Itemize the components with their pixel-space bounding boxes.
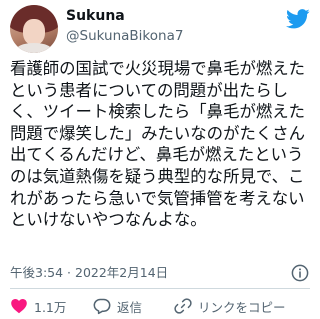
like-button[interactable]: 1.1万: [10, 296, 66, 316]
speech-bubble-icon: [93, 298, 111, 315]
reply-label: 返信: [117, 299, 143, 315]
twitter-bird-icon[interactable]: [286, 9, 310, 29]
reply-button[interactable]: 返信: [93, 296, 142, 316]
heart-icon: [11, 299, 27, 314]
user-handle[interactable]: @SukunaBikona7: [66, 27, 183, 45]
link-icon: [174, 298, 192, 314]
copy-link-button[interactable]: リンクをコピー: [174, 296, 286, 316]
display-name[interactable]: Sukuna: [66, 7, 125, 25]
avatar-collar: [16, 43, 52, 53]
action-bar: 1.1万 返信 リンクをコピー: [0, 296, 320, 316]
copy-link-label: リンクをコピー: [198, 299, 286, 315]
tweet-card: Sukuna @SukunaBikona7 看護師の国試で火災現場で鼻毛が燃えた…: [0, 0, 320, 319]
avatar-face: [23, 19, 45, 45]
tweet-text: 看護師の国試で火災現場で鼻毛が燃えたという患者についての問題が出たらしく、ツイー…: [10, 59, 306, 230]
tweet-timestamp[interactable]: 午後3:54 · 2022年2月14日: [10, 265, 168, 281]
divider: [10, 288, 310, 289]
like-count: 1.1万: [34, 299, 67, 315]
avatar[interactable]: [10, 5, 58, 53]
info-icon[interactable]: [291, 264, 309, 282]
